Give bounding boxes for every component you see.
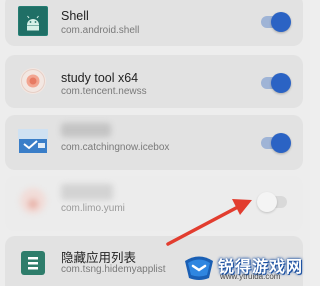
app-list-screen: Shell com.android.shell study tool x64 c… bbox=[0, 0, 310, 286]
site-watermark: 锐得游戏网 www.ytruida.com bbox=[180, 250, 308, 286]
watermark-url: www.ytruida.com bbox=[220, 272, 281, 281]
game-controller-logo-icon bbox=[185, 256, 213, 280]
annotation-arrow bbox=[166, 199, 252, 246]
